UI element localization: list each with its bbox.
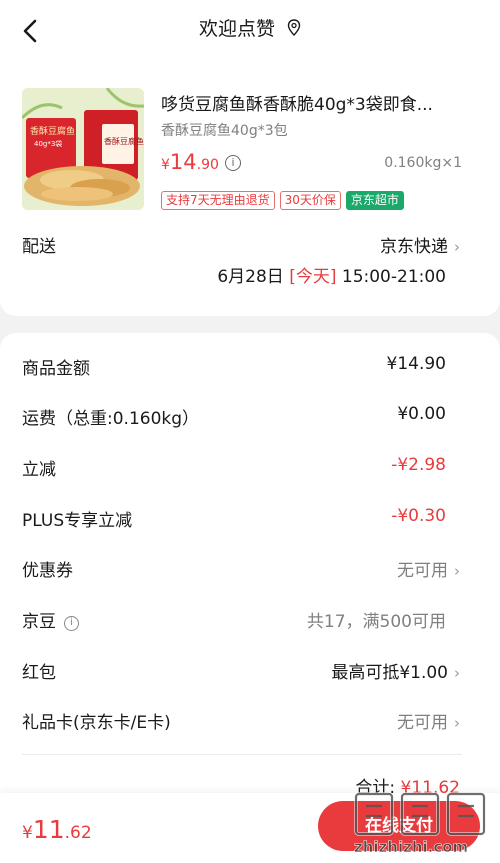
product-card: 香酥豆腐鱼 40g*3袋 香酥豆腐鱼 哆货豆腐鱼酥香酥脆40g*3袋即食... … — [0, 62, 500, 316]
price-integer: 14 — [169, 150, 197, 174]
tag-price-protect: 30天价保 — [279, 191, 341, 210]
product-name[interactable]: 哆货豆腐鱼酥香酥脆40g*3袋即食... — [161, 90, 461, 115]
product-price: ¥14.90 — [161, 150, 219, 174]
shipping-today: [今天] — [289, 267, 337, 287]
pay-online-button[interactable]: 在线支付 — [318, 801, 480, 851]
product-thumbnail[interactable]: 香酥豆腐鱼 40g*3袋 香酥豆腐鱼 — [22, 88, 144, 210]
row-value: ¥14.90 — [386, 354, 446, 374]
price-symbol: ¥ — [161, 157, 170, 173]
row-value: -¥2.98 — [391, 455, 446, 475]
row-value: 共17，满500可用 — [306, 612, 446, 632]
svg-text:40g*3袋: 40g*3袋 — [34, 139, 62, 148]
shipping-carrier-row[interactable]: 京东快递 › — [380, 232, 460, 257]
row-value: ¥0.00 — [397, 404, 446, 424]
row-shipping-fee: 运费（总重:0.160kg） ¥0.00 — [0, 394, 500, 434]
product-image: 香酥豆腐鱼 40g*3袋 香酥豆腐鱼 — [22, 88, 144, 210]
shipping-date: 6月28日 — [217, 267, 284, 287]
page-title: 欢迎点赞 — [198, 18, 275, 40]
row-label: 商品金额 — [22, 359, 90, 379]
shipping-carrier: 京东快递 — [380, 237, 448, 257]
row-value: 无可用 — [397, 713, 448, 733]
row-red-packet[interactable]: 红包 最高可抵¥1.00 › — [0, 648, 500, 688]
chevron-right-icon: › — [454, 238, 460, 256]
row-value-wrap: 最高可抵¥1.00 › — [331, 658, 460, 683]
page-title-wrap: 欢迎点赞 — [0, 14, 500, 41]
divider — [22, 754, 462, 755]
price-integer: 11 — [32, 815, 65, 844]
product-tags: 支持7天无理由退货 30天价保 京东超市 — [161, 191, 404, 210]
map-pin-icon — [287, 19, 301, 36]
info-icon[interactable]: i — [225, 155, 241, 171]
checkout-bar: ¥11.62 在线支付 — [0, 793, 500, 863]
row-plus-discount: PLUS专享立减 -¥0.30 — [0, 496, 500, 536]
checkout-price: ¥11.62 — [22, 815, 92, 844]
shipping-time[interactable]: 6月28日 [今天] 15:00-21:00 — [217, 262, 446, 287]
price-decimal: .90 — [196, 157, 219, 173]
info-icon[interactable]: i — [64, 616, 79, 631]
row-jd-beans: 京豆 i 共17，满500可用 — [0, 597, 500, 637]
row-goods-amount: 商品金额 ¥14.90 — [0, 344, 500, 384]
tag-return-policy: 支持7天无理由退货 — [161, 191, 275, 210]
row-value-wrap: 无可用 › — [397, 556, 460, 581]
row-discount: 立减 -¥2.98 — [0, 445, 500, 485]
row-value: -¥0.30 — [391, 506, 446, 526]
row-label: 立减 — [22, 460, 56, 480]
shipping-label: 配送 — [22, 237, 56, 257]
row-gift-card[interactable]: 礼品卡(京东卡/E卡) 无可用 › — [0, 698, 500, 738]
row-label-wrap: 京豆 i — [22, 607, 79, 632]
row-label: 红包 — [22, 663, 56, 683]
product-spec: 香酥豆腐鱼40g*3包 — [161, 123, 288, 139]
price-symbol: ¥ — [22, 823, 33, 843]
chevron-right-icon: › — [454, 714, 460, 732]
row-label: 运费（总重:0.160kg） — [22, 409, 200, 429]
svg-text:香酥豆腐鱼: 香酥豆腐鱼 — [104, 136, 144, 146]
row-coupon[interactable]: 优惠券 无可用 › — [0, 546, 500, 586]
order-summary-card: 商品金额 ¥14.90 运费（总重:0.160kg） ¥0.00 立减 -¥2.… — [0, 333, 500, 803]
row-value-wrap: 无可用 › — [397, 708, 460, 733]
chevron-right-icon: › — [454, 664, 460, 682]
tag-jd-supermarket: 京东超市 — [345, 191, 404, 210]
row-label: PLUS专享立减 — [22, 511, 133, 531]
row-label: 京豆 — [22, 612, 56, 632]
chevron-right-icon: › — [454, 562, 460, 580]
row-value: 无可用 — [397, 561, 448, 581]
svg-text:香酥豆腐鱼: 香酥豆腐鱼 — [30, 125, 75, 137]
row-label: 礼品卡(京东卡/E卡) — [22, 713, 171, 733]
top-nav-bar: 欢迎点赞 — [0, 0, 500, 62]
row-label: 优惠券 — [22, 561, 73, 581]
price-decimal: .62 — [64, 823, 92, 843]
weight-quantity: 0.160kg×1 — [384, 155, 462, 171]
row-value: 最高可抵¥1.00 — [331, 663, 448, 683]
shipping-window: 15:00-21:00 — [341, 267, 446, 287]
